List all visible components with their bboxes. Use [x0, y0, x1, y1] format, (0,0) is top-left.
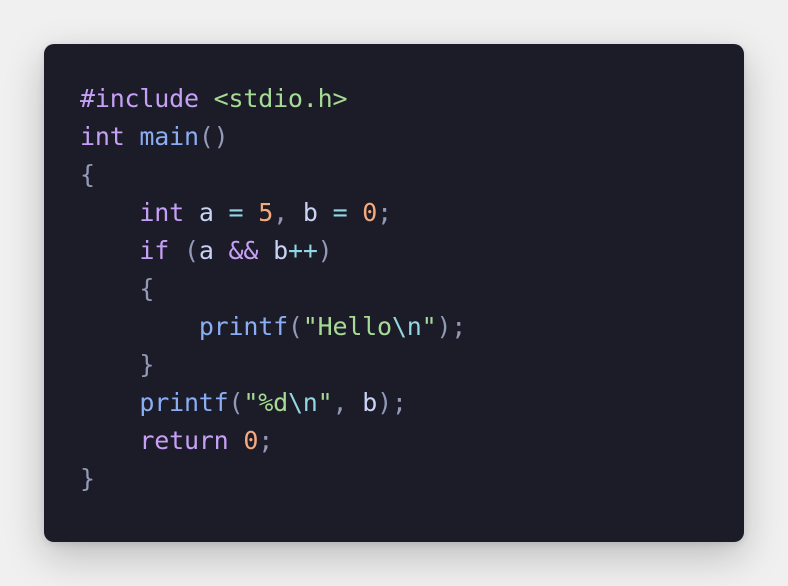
token-number-5: 5	[258, 198, 274, 227]
token-assign-operator: =	[332, 198, 348, 227]
code-line-main-signature: int main()	[80, 118, 466, 156]
code-line-include: #include <stdio.h>	[80, 80, 466, 118]
code-block: #include <stdio.h> int main(){ int a = 5,…	[80, 80, 466, 498]
code-line-open-brace: {	[80, 156, 466, 194]
token-open-paren: (	[183, 236, 199, 265]
token-newline-escape: \n	[287, 388, 318, 417]
token-brace: }	[139, 350, 155, 379]
token-string-quote: "	[421, 312, 437, 341]
token-if-keyword: if	[139, 236, 170, 265]
token-open-paren: (	[228, 388, 244, 417]
token-return-keyword: return	[139, 426, 229, 455]
token-semicolon: ;	[258, 426, 274, 455]
token-header-name: <stdio.h>	[213, 84, 348, 113]
token-string-quote: "Hello	[302, 312, 392, 341]
token-identifier-a: a	[198, 236, 214, 265]
token-increment-operator: ++	[287, 236, 318, 265]
token-number-0: 0	[362, 198, 378, 227]
token-identifier-b: b	[273, 236, 288, 265]
code-line-printf-hello: printf("Hello\n");	[80, 308, 467, 346]
code-line-if-statement: if (a && b++)	[80, 232, 466, 270]
token-identifier-b: b	[362, 388, 378, 417]
token-int-keyword: int	[139, 198, 184, 227]
code-line-return: return 0;	[80, 422, 466, 460]
code-line-if-open-brace: {	[80, 270, 466, 308]
token-close-paren-semicolon: );	[436, 312, 467, 341]
token-brace: {	[139, 274, 155, 303]
token-main-function: main	[139, 122, 199, 151]
token-printf-function: printf	[139, 388, 229, 417]
token-identifier-a: a	[198, 198, 214, 227]
token-printf-function: printf	[198, 312, 288, 341]
token-include-directive: #include	[80, 84, 199, 113]
code-line-if-close-brace: }	[80, 346, 466, 384]
token-number-0: 0	[243, 426, 259, 455]
token-string-quote: "	[317, 388, 333, 417]
token-open-paren: (	[287, 312, 303, 341]
token-int-keyword: int	[80, 122, 125, 151]
token-identifier-b: b	[302, 198, 318, 227]
token-brace: }	[80, 464, 95, 493]
token-comma: ,	[273, 198, 288, 227]
code-card: #include <stdio.h> int main(){ int a = 5,…	[44, 44, 744, 542]
token-brace: {	[80, 160, 95, 189]
token-close-paren-semicolon: );	[377, 388, 407, 417]
token-assign-operator: =	[228, 198, 244, 227]
code-line-close-brace: }	[80, 460, 466, 498]
code-line-printf-b: printf("%d\n", b);	[80, 384, 466, 422]
token-logical-and-operator: &&	[228, 236, 259, 265]
token-semicolon: ;	[377, 198, 392, 227]
token-comma: ,	[332, 388, 348, 417]
token-close-paren: )	[317, 236, 333, 265]
token-newline-escape: \n	[391, 312, 422, 341]
code-line-declaration: int a = 5, b = 0;	[80, 194, 466, 232]
token-parens: ()	[198, 122, 229, 151]
token-format-string: "%d	[243, 388, 288, 417]
